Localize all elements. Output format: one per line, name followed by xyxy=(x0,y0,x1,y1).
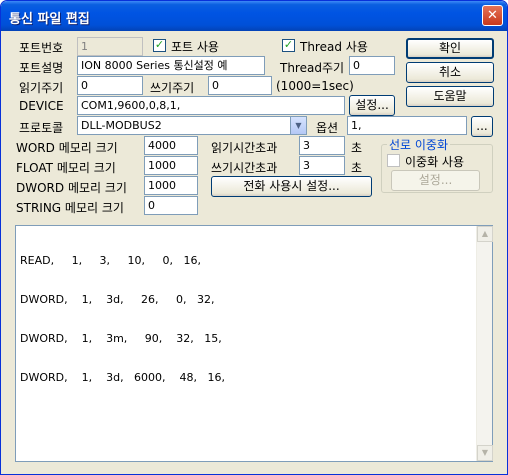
dialog-window: 통신 파일 편집 ✕ 포트번호 1 ✓ 포트 사용 ✓ Thread 사용 포트… xyxy=(0,0,508,475)
read-timeout-label: 읽기시간초과 xyxy=(211,141,278,155)
string-memory-label: STRING 메모리 크기 xyxy=(16,201,124,215)
write-timeout-unit: 초 xyxy=(351,161,363,175)
write-timeout-field[interactable]: 3 xyxy=(299,156,345,175)
protocol-selected-value: DLL-MODBUS2 xyxy=(81,119,162,132)
scroll-up-icon[interactable]: ▲ xyxy=(477,226,493,242)
port-desc-field[interactable]: ION 8000 Series 통신설정 예 xyxy=(77,56,265,75)
window-title: 통신 파일 편집 xyxy=(9,12,90,27)
thread-period-field[interactable]: 0 xyxy=(349,56,395,75)
title-bar[interactable]: 통신 파일 편집 ✕ xyxy=(1,1,507,31)
read-period-label: 읽기주기 xyxy=(19,81,64,95)
read-timeout-field[interactable]: 3 xyxy=(299,136,345,155)
editor-line: DWORD, 1, 3d, 6000, 48, 16, xyxy=(20,371,226,384)
string-memory-field[interactable]: 0 xyxy=(144,196,198,215)
editor-line: DWORD, 1, 3m, 90, 32, 15, xyxy=(20,332,222,345)
chevron-down-icon[interactable]: ▼ xyxy=(290,117,306,134)
port-number-field[interactable]: 1 xyxy=(77,37,143,56)
protocol-text-editor[interactable]: READ, 1, 3, 10, 0, 16, DWORD, 1, 3d, 26,… xyxy=(15,225,493,462)
word-memory-label: WORD 메모리 크기 xyxy=(16,141,118,155)
scroll-down-icon[interactable]: ▼ xyxy=(477,445,493,461)
redundancy-use-label: 이중화 사용 xyxy=(405,155,465,169)
protocol-label: 프로토콜 xyxy=(19,121,64,135)
redundancy-use-checkbox[interactable] xyxy=(387,154,400,167)
help-button[interactable]: 도움말 xyxy=(406,86,494,107)
read-timeout-unit: 초 xyxy=(351,141,363,155)
float-memory-label: FLOAT 메모리 크기 xyxy=(16,161,116,175)
dword-memory-field[interactable]: 1000 xyxy=(144,176,198,195)
float-memory-field[interactable]: 1000 xyxy=(144,156,198,175)
editor-content: READ, 1, 3, 10, 0, 16, DWORD, 1, 3d, 26,… xyxy=(20,228,225,410)
option-label: 옵션 xyxy=(316,121,339,135)
thread-use-checkbox[interactable]: ✓ xyxy=(282,39,295,52)
option-more-button[interactable]: ... xyxy=(471,116,493,137)
option-field[interactable]: 1, xyxy=(347,116,467,135)
thread-period-label: Thread주기 xyxy=(280,61,345,75)
word-memory-field[interactable]: 4000 xyxy=(144,136,198,155)
ok-button[interactable]: 확인 xyxy=(406,38,494,59)
write-timeout-label: 쓰기시간초과 xyxy=(211,161,278,175)
write-period-label: 쓰기주기 xyxy=(150,81,195,95)
editor-line: DWORD, 1, 3d, 26, 0, 32, xyxy=(20,293,215,306)
vertical-scrollbar[interactable]: ▲ ▼ xyxy=(476,226,493,461)
editor-line: READ, 1, 3, 10, 0, 16, xyxy=(20,254,201,267)
close-button[interactable]: ✕ xyxy=(482,5,503,26)
device-setup-button[interactable]: 설정... xyxy=(349,95,395,116)
protocol-select[interactable]: DLL-MODBUS2 ▼ xyxy=(77,116,307,135)
write-period-field[interactable]: 0 xyxy=(208,76,272,95)
redundancy-setup-button[interactable]: 설정... xyxy=(391,170,480,191)
port-number-label: 포트번호 xyxy=(19,41,64,55)
thread-use-label: Thread 사용 xyxy=(300,40,368,54)
device-label: DEVICE xyxy=(19,99,64,113)
phone-setup-button[interactable]: 전화 사용시 설정... xyxy=(211,176,372,197)
read-period-field[interactable]: 0 xyxy=(77,76,143,95)
cancel-button[interactable]: 취소 xyxy=(406,62,494,83)
port-use-checkbox[interactable]: ✓ xyxy=(153,39,166,52)
device-field[interactable]: COM1,9600,0,8,1, xyxy=(77,96,345,115)
port-use-label: 포트 사용 xyxy=(171,40,219,54)
port-desc-label: 포트설명 xyxy=(19,61,64,75)
dword-memory-label: DWORD 메모리 크기 xyxy=(16,181,127,195)
period-unit-label: (1000=1sec) xyxy=(276,79,354,93)
redundancy-group-title: 선로 이중화 xyxy=(387,136,451,153)
